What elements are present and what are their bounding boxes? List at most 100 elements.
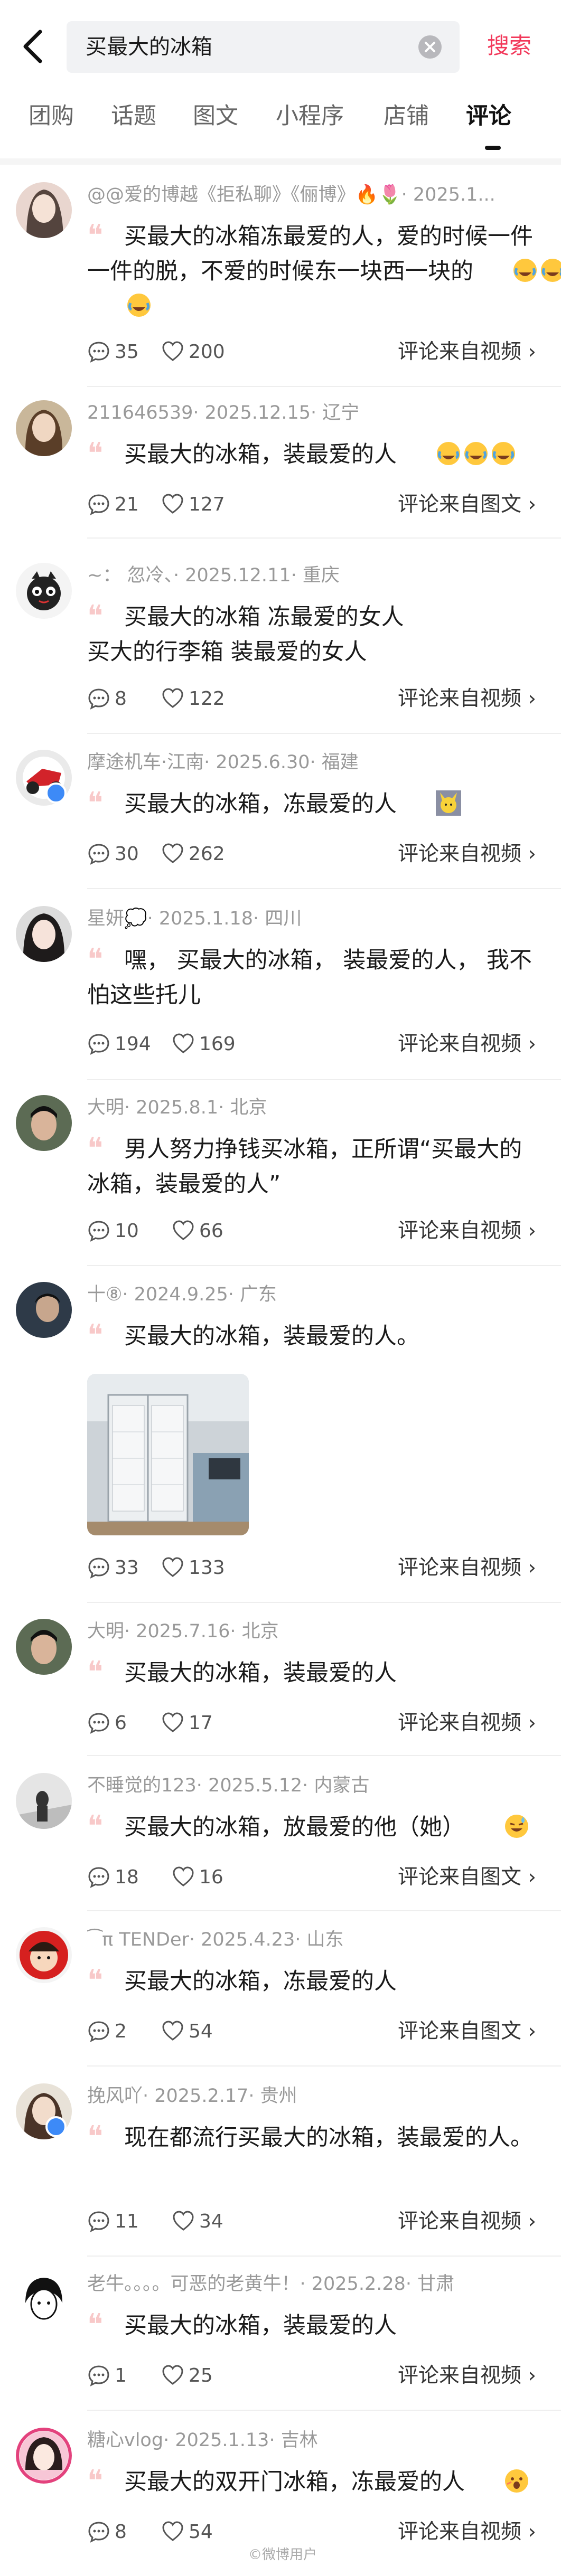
- avatar[interactable]: [16, 1927, 72, 1983]
- reply-count[interactable]: 18: [87, 1862, 139, 1893]
- search-input[interactable]: 买最大的冰箱: [67, 21, 460, 73]
- like-count[interactable]: 262: [161, 838, 225, 870]
- avatar[interactable]: [16, 906, 72, 962]
- comment-meta: 大明· 2025.8.1· 北京: [87, 1097, 267, 1118]
- comment-meta: 摩途机车·江南· 2025.6.30· 福建: [87, 752, 359, 773]
- heart-icon: [162, 341, 183, 361]
- comment-stats: 33 133 评论来自视频 ›: [87, 1552, 541, 1584]
- avatar[interactable]: [16, 182, 72, 238]
- reply-count[interactable]: 6: [87, 1707, 127, 1739]
- reply-count-value: 8: [115, 2521, 127, 2543]
- comment-stats: 10 66 评论来自视频 ›: [87, 1215, 541, 1247]
- reply-count-value: 1: [115, 2365, 127, 2386]
- comment-text: 买最大的冰箱 冻最爱的女人 买大的行李箱 装最爱的女人: [87, 604, 404, 665]
- comment-text-body: 买最大的冰箱冻最爱的人，爱的时候一件一件的脱，不爱的时候东一块西一块的: [87, 223, 533, 285]
- comment-bubble-icon: [88, 1713, 109, 1734]
- reply-count[interactable]: 2: [87, 2016, 127, 2047]
- sweat-smile-emoji-icon: [467, 1814, 528, 1839]
- comment-meta: ~： 忽冷、· 2025.12.11· 重庆: [87, 565, 340, 586]
- comment-bubble-icon: [88, 2365, 109, 2386]
- reply-count-value: 8: [115, 688, 127, 710]
- comment-source-link[interactable]: 评论来自图文 ›: [398, 1862, 536, 1893]
- comment-source-link[interactable]: 评论来自视频 ›: [398, 838, 536, 870]
- comment-source-link[interactable]: 评论来自视频 ›: [398, 1215, 536, 1247]
- reply-count[interactable]: 8: [87, 2516, 127, 2548]
- search-button[interactable]: 搜索: [487, 32, 531, 60]
- tab-posts[interactable]: 图文: [193, 101, 238, 131]
- comment-source-link[interactable]: 评论来自视频 ›: [398, 1552, 536, 1584]
- pikachu-sticker-icon: [399, 790, 461, 816]
- avatar[interactable]: [16, 1773, 72, 1829]
- like-count[interactable]: 66: [172, 1215, 223, 1247]
- like-count[interactable]: 127: [161, 489, 225, 521]
- tab-groupbuy[interactable]: 团购: [29, 101, 74, 131]
- verified-badge-icon: [45, 782, 67, 804]
- reply-count[interactable]: 30: [87, 838, 139, 870]
- comment-source-link[interactable]: 评论来自视频 ›: [398, 2360, 536, 2392]
- heart-icon: [173, 1220, 194, 1240]
- tab-comments[interactable]: 评论: [466, 101, 511, 131]
- comment-source-link[interactable]: 评论来自图文 ›: [398, 2016, 536, 2047]
- comment-source-link[interactable]: 评论来自视频 ›: [398, 336, 536, 368]
- like-count[interactable]: 16: [172, 1862, 223, 1893]
- comment-text-body: 买最大的冰箱，装最爱的人: [124, 441, 397, 468]
- laughing-crying-emoji-icon: [454, 441, 515, 466]
- comment-stats: 30 262 评论来自视频 ›: [87, 838, 541, 870]
- comment-divider: [87, 733, 561, 734]
- tab-bar: 团购 话题 图文 小程序 店铺 评论: [0, 95, 561, 153]
- comment-stats: 6 17 评论来自视频 ›: [87, 1707, 541, 1739]
- comment-source-link[interactable]: 评论来自视频 ›: [398, 683, 536, 715]
- like-count[interactable]: 133: [161, 1552, 225, 1584]
- clear-icon[interactable]: [417, 34, 443, 60]
- tab-topic[interactable]: 话题: [111, 101, 156, 131]
- reply-count[interactable]: 1: [87, 2360, 127, 2392]
- comment-text: 现在都流行买最大的冰箱，装最爱的人。: [124, 2125, 533, 2151]
- reply-count[interactable]: 8: [87, 683, 127, 715]
- comment-source-link[interactable]: 评论来自视频 ›: [398, 2206, 536, 2238]
- fridge-photo[interactable]: [87, 1374, 249, 1535]
- avatar[interactable]: [16, 1095, 72, 1151]
- like-count[interactable]: 54: [161, 2516, 213, 2548]
- back-arrow-icon[interactable]: [19, 25, 51, 68]
- comment-stats: 1 25 评论来自视频 ›: [87, 2360, 541, 2392]
- comment-text: 买最大的冰箱，装最爱的人。: [124, 1323, 419, 1350]
- reply-count[interactable]: 11: [87, 2206, 139, 2238]
- reply-count[interactable]: 35: [87, 336, 139, 368]
- avatar[interactable]: [16, 400, 72, 456]
- comment-source-link[interactable]: 评论来自图文 ›: [398, 489, 536, 521]
- reply-count[interactable]: 33: [87, 1552, 139, 1584]
- comment-source-link[interactable]: 评论来自视频 ›: [398, 1707, 536, 1739]
- like-count[interactable]: 122: [161, 683, 225, 715]
- reply-count[interactable]: 10: [87, 1215, 139, 1247]
- shocked-emoji-icon: [467, 2468, 528, 2494]
- comment-bubble-icon: [88, 2522, 109, 2543]
- comment-meta: 大明· 2025.7.16· 北京: [87, 1621, 279, 1642]
- like-count[interactable]: 169: [172, 1028, 236, 1060]
- search-query[interactable]: 买最大的冰箱: [86, 33, 212, 61]
- comment-bubble-icon: [88, 1034, 109, 1055]
- avatar[interactable]: [16, 1282, 72, 1338]
- tab-miniprogram[interactable]: 小程序: [276, 101, 344, 131]
- avatar[interactable]: [16, 563, 72, 619]
- reply-count[interactable]: 21: [87, 489, 139, 521]
- like-count[interactable]: 200: [161, 336, 225, 368]
- comment-source-link[interactable]: 评论来自视频 ›: [398, 2516, 536, 2548]
- like-count[interactable]: 17: [161, 1707, 213, 1739]
- avatar[interactable]: [16, 2271, 72, 2327]
- watermark: ©微博用户: [248, 2547, 317, 2563]
- reply-count-value: 194: [115, 1033, 151, 1055]
- avatar[interactable]: [16, 1619, 72, 1675]
- like-count-value: 54: [189, 2521, 213, 2543]
- like-count[interactable]: 34: [172, 2206, 223, 2238]
- avatar[interactable]: [16, 2428, 72, 2484]
- reply-count[interactable]: 194: [87, 1028, 151, 1060]
- like-count[interactable]: 25: [161, 2360, 213, 2392]
- comment-stats: 21 127 评论来自图文 ›: [87, 489, 541, 521]
- like-count[interactable]: 54: [161, 2016, 213, 2047]
- heart-icon: [162, 2021, 183, 2041]
- like-count-value: 133: [189, 1557, 225, 1579]
- tab-store[interactable]: 店铺: [384, 101, 429, 131]
- comment-source-link[interactable]: 评论来自视频 ›: [398, 1028, 536, 1060]
- active-tab-indicator: [485, 146, 501, 150]
- like-count-value: 262: [189, 843, 225, 865]
